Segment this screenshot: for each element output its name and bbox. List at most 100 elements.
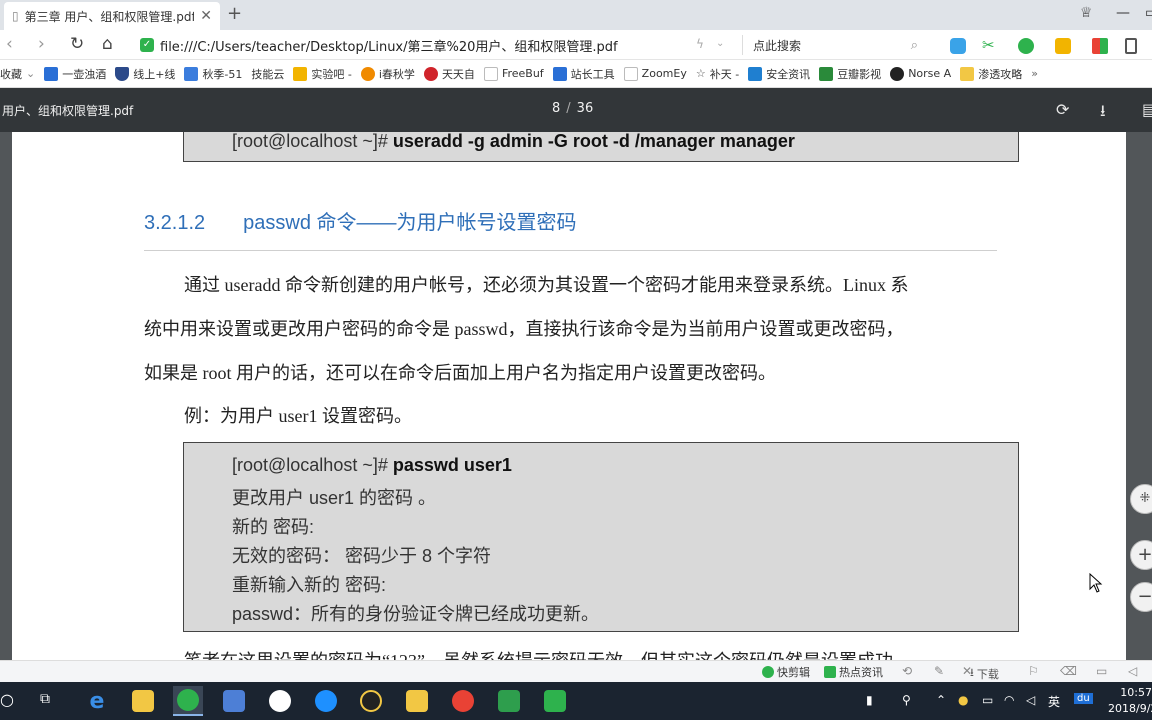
bookmark-label: 安全资讯 — [766, 67, 811, 81]
code-line: [root@localhost ~]# useradd -g admin -G … — [232, 132, 795, 152]
brush-icon[interactable]: ⌫ — [1060, 664, 1077, 678]
hot-news-button[interactable]: 热点资讯 — [824, 664, 883, 680]
people-icon[interactable]: ⚲ — [902, 693, 911, 707]
bookmark-icon — [819, 66, 834, 81]
search-input[interactable]: 点此搜索 ⌕ — [742, 35, 922, 55]
volume-icon[interactable]: ◁ — [1128, 664, 1137, 678]
code-line: [root@localhost ~]# passwd user1 — [232, 455, 512, 476]
code-block: [root@localhost ~]# passwd user1 更改用户 us… — [183, 442, 1019, 632]
zoom-out-button[interactable]: − — [1130, 582, 1152, 612]
bookmark-item[interactable]: FreeBuf — [483, 66, 544, 81]
bookmark-label: 天天自 — [441, 67, 475, 81]
app-icon[interactable] — [219, 686, 249, 716]
bookmark-item[interactable]: 线上+线 — [115, 66, 175, 82]
windows-taskbar: ○ ⧉ e ▮ ⚲ ⌃ ● ▭ ◠ ◁ 英 du 10:57 2018/9/2 — [0, 682, 1152, 720]
search-icon[interactable]: ⌕ — [911, 38, 918, 53]
current-page-input[interactable]: 8 — [552, 101, 560, 116]
scissors-extension-icon[interactable]: ✂ — [982, 36, 998, 54]
zoom-in-button[interactable]: + — [1130, 540, 1152, 570]
bookmark-item[interactable]: ZoomEy — [623, 66, 687, 81]
bookmark-item[interactable]: 秋季-51 — [184, 66, 242, 82]
shield-extension-icon[interactable] — [1055, 38, 1071, 54]
download-button[interactable]: ⭳ 下载 — [970, 664, 999, 683]
page-separator: / — [566, 101, 571, 116]
pin-icon[interactable]: ✎ — [934, 664, 944, 678]
paragraph-line: 笔者在这里设置的密码为“123”，虽然系统提示密码无效，但其实这个密码仍然是设置… — [184, 647, 893, 660]
home-button[interactable]: ⌂ — [102, 34, 113, 54]
translate-extension-icon[interactable] — [1018, 38, 1034, 54]
browser-app-icon[interactable] — [173, 686, 203, 716]
window-icon[interactable]: ▭ — [1096, 664, 1107, 678]
app-icon[interactable] — [402, 686, 432, 716]
new-tab-button[interactable]: + — [227, 3, 242, 24]
search-icon[interactable]: ○ — [0, 690, 14, 709]
mobile-icon[interactable] — [1125, 38, 1137, 54]
system-clock[interactable]: 10:57 2018/9/2 — [1108, 685, 1152, 717]
status-label: 快剪辑 — [777, 666, 810, 679]
app-icon[interactable] — [540, 686, 570, 716]
bookmark-item[interactable]: 天天自 — [423, 66, 475, 82]
qq-app-icon[interactable] — [356, 686, 386, 716]
edge-app-icon[interactable]: e — [82, 686, 112, 716]
bookmark-folder[interactable]: 渗透攻略 — [960, 66, 1022, 82]
paragraph-line: 统中用来设置或更改用户密码的命令是 passwd，直接执行该命令是为当前用户设置… — [144, 319, 904, 339]
bookmark-label: i春秋学 — [378, 67, 415, 81]
paragraph-line: 如果是 root 用户的话，还可以在命令后面加上用户名为指定用户设置更改密码。 — [144, 363, 776, 383]
bookmark-item[interactable]: 收藏 ⌄ — [0, 66, 35, 82]
chat-extension-icon[interactable] — [950, 38, 966, 54]
app-tray-icon[interactable]: ● — [958, 693, 968, 707]
back-button[interactable]: ‹ — [6, 34, 13, 54]
wifi-icon[interactable]: ◠ — [1004, 693, 1014, 707]
quick-clip-button[interactable]: 快剪辑 — [762, 664, 810, 680]
tab-title: 第三章 用户、组和权限管理.pdf — [24, 9, 195, 24]
task-view-icon[interactable]: ⧉ — [40, 691, 50, 707]
bookmark-item[interactable]: 一壶浊酒 — [44, 66, 106, 82]
volume-icon[interactable]: ◁ — [1026, 693, 1035, 707]
bookmark-icon — [890, 66, 905, 81]
bookmark-item[interactable]: 豆瓣影视 — [819, 66, 881, 82]
restore-button[interactable]: ▭ — [1145, 5, 1152, 21]
bookmark-item[interactable]: 技能云 — [251, 66, 284, 82]
battery-icon[interactable]: ▮ — [866, 693, 873, 707]
bookmark-item[interactable]: 站长工具 — [552, 66, 615, 82]
address-bar[interactable]: ✓ file:///C:/Users/teacher/Desktop/Linux… — [140, 34, 730, 56]
reload-button[interactable]: ↻ — [70, 34, 84, 54]
chevron-up-icon[interactable]: ⌃ — [936, 693, 946, 707]
bookmark-icon — [748, 66, 763, 81]
more-bookmarks-button[interactable]: » — [1031, 67, 1038, 80]
shirt-skin-icon[interactable]: ♕ — [1080, 5, 1093, 21]
forward-button[interactable]: › — [38, 34, 45, 54]
input-method-indicator[interactable]: 英 — [1048, 693, 1060, 710]
file-explorer-icon[interactable] — [128, 686, 158, 716]
pdf-viewer[interactable]: [root@localhost ~]# useradd -g admin -G … — [0, 132, 1152, 660]
app-icon[interactable] — [311, 686, 341, 716]
code-line: passwd：所有的身份验证令牌已经成功更新。 — [232, 604, 600, 624]
minimize-button[interactable]: — — [1116, 5, 1130, 21]
bookmark-item[interactable]: ☆ 补天 - — [696, 66, 739, 82]
chevron-down-icon[interactable]: ⌄ — [716, 38, 724, 49]
section-number: 3.2.1.2 — [144, 212, 206, 234]
code-prompt: [root@localhost ~]# — [232, 455, 388, 475]
rotate-icon[interactable]: ⟳ — [1056, 100, 1069, 119]
lightning-icon[interactable]: ϟ — [696, 37, 704, 51]
bookmark-item[interactable]: i春秋学 — [360, 66, 415, 82]
bookmark-item[interactable]: 安全资讯 — [748, 66, 810, 82]
download-icon[interactable]: ⭳ — [1100, 100, 1106, 127]
refresh-icon[interactable]: ⟲ — [902, 664, 912, 678]
print-icon[interactable]: ▤ — [1142, 100, 1152, 119]
bookmark-item[interactable]: 实验吧 - — [293, 66, 352, 82]
bookmarks-bar: 收藏 ⌄ 一壶浊酒 线上+线 秋季-51 技能云 实验吧 - i春秋学 天天自 F… — [0, 60, 1152, 88]
app-icon[interactable] — [448, 686, 478, 716]
bookmark-label: 实验吧 - — [311, 67, 352, 81]
bookmark-item[interactable]: Norse A — [890, 66, 951, 81]
app-icon[interactable] — [265, 686, 295, 716]
browser-tab[interactable]: ▯ 第三章 用户、组和权限管理.pdf ✕ — [4, 2, 220, 30]
bookmark-label: 渗透攻略 — [978, 67, 1023, 81]
apps-grid-icon[interactable] — [1092, 38, 1108, 54]
baidu-tray-icon[interactable]: du — [1074, 693, 1093, 704]
flag-icon[interactable]: ⚐ — [1028, 664, 1039, 678]
app-icon[interactable] — [494, 686, 524, 716]
close-tab-icon[interactable]: ✕ — [200, 8, 212, 24]
battery-status-icon[interactable]: ▭ — [982, 693, 993, 707]
fit-page-button[interactable]: ⁜ — [1130, 484, 1152, 514]
